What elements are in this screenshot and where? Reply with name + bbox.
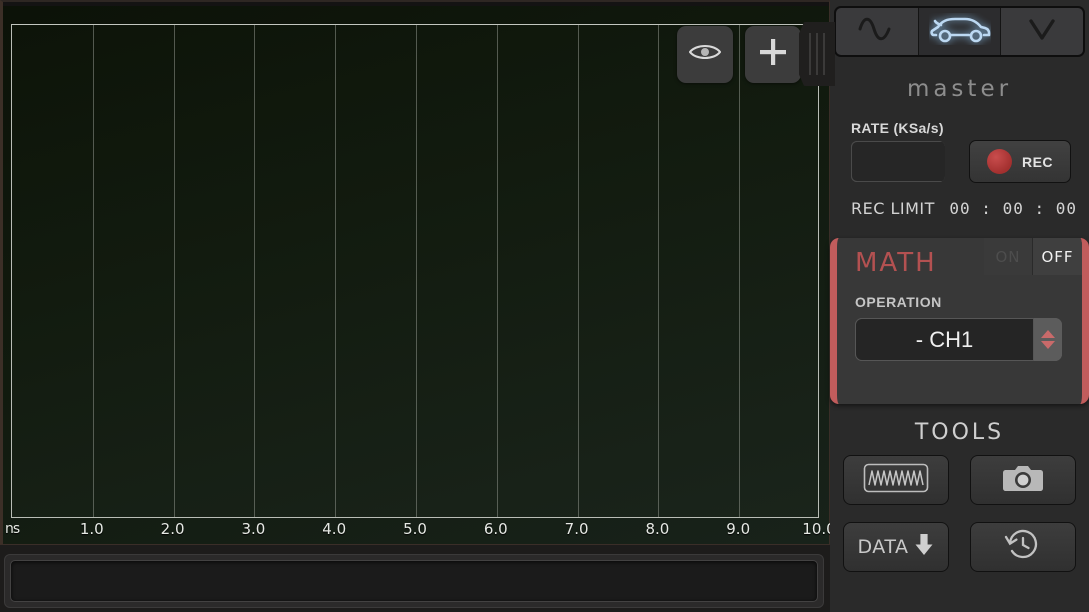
gridline-vertical [254,25,255,517]
gridline-vertical [93,25,94,517]
record-button[interactable]: REC [969,140,1071,183]
history-button[interactable] [970,522,1076,572]
download-arrow-icon [914,533,934,562]
record-button-label: REC [1022,154,1053,170]
rate-field [851,141,945,182]
screenshot-button[interactable] [970,455,1076,505]
gridline-vertical [497,25,498,517]
math-panel: MATH ON OFF OPERATION - CH1 [830,238,1089,404]
tab-automotive[interactable] [919,8,1002,55]
mode-tab-group [834,6,1085,57]
gridline-vertical [578,25,579,517]
rec-limit-value: 00 : 00 : 00 [949,199,1077,218]
tab-sine-wave[interactable] [836,8,919,55]
side-panel-handle[interactable] [799,22,835,86]
graph-frame: ns 1.02.03.04.05.06.07.08.09.010.0 [0,0,830,545]
x-axis-tick-label: 9.0 [726,520,750,538]
gridline-vertical [739,25,740,517]
record-dot-icon [987,149,1012,174]
math-off-button[interactable]: OFF [1033,238,1082,275]
grip-line [823,33,825,75]
x-axis-tick-label: 3.0 [241,520,265,538]
grip-line [816,33,818,75]
operation-field: - CH1 [855,318,1062,361]
stepper-down-icon[interactable] [1041,341,1055,349]
stepper-up-icon[interactable] [1041,330,1055,338]
tools-title: TOOLS [830,420,1089,445]
rec-limit-label: REC LIMIT [851,199,935,218]
timeline-navigator[interactable] [4,554,824,608]
x-axis-tick-label: 5.0 [403,520,427,538]
operation-stepper[interactable] [1034,318,1062,361]
operation-value[interactable]: - CH1 [855,318,1034,361]
control-panel: master RATE (KSa/s) REC REC LIMIT 00 : 0… [830,0,1089,612]
operation-label: OPERATION [855,294,942,310]
gridline-vertical [416,25,417,517]
car-icon [929,13,991,50]
math-onoff-toggle: ON OFF [984,238,1082,275]
tools-grid: DATA [843,455,1076,572]
math-panel-title: MATH [855,248,937,278]
oscilloscope-app: ns 1.02.03.04.05.06.07.08.09.010.0 [0,0,1089,612]
tab-chevron[interactable] [1001,8,1083,55]
eye-icon [689,42,721,67]
x-axis-tick-label: 4.0 [322,520,346,538]
sine-wave-icon [856,15,898,48]
rate-input[interactable] [851,141,945,182]
scope-area: ns 1.02.03.04.05.06.07.08.09.010.0 [0,0,830,612]
master-title: master [830,76,1089,102]
data-export-button[interactable]: DATA [843,522,949,572]
math-on-button[interactable]: ON [984,238,1033,275]
camera-icon [1002,462,1044,499]
x-axis-unit-label: ns [5,521,19,537]
x-axis-tick-label: 1.0 [80,520,104,538]
visibility-button[interactable] [677,26,733,83]
signal-generator-button[interactable] [843,455,949,505]
x-axis: ns 1.02.03.04.05.06.07.08.09.010.0 [11,520,819,546]
gridline-vertical [335,25,336,517]
grip-line [809,33,811,75]
waveform-icon [863,463,929,498]
gridline-vertical [658,25,659,517]
plus-icon [758,37,788,72]
add-channel-button[interactable] [745,26,801,83]
timeline-navigator-track[interactable] [10,560,818,602]
plot-background: ns 1.02.03.04.05.06.07.08.09.010.0 [3,6,829,544]
data-export-label: DATA [858,536,909,558]
graph-toolbar [677,26,801,83]
gridline-vertical [174,25,175,517]
chevron-down-icon [1024,15,1060,48]
x-axis-tick-label: 7.0 [565,520,589,538]
x-axis-tick-label: 8.0 [645,520,669,538]
rate-label: RATE (KSa/s) [851,120,944,136]
x-axis-tick-label: 6.0 [484,520,508,538]
history-clock-icon [1004,527,1042,568]
waveform-plot[interactable] [11,24,819,518]
x-axis-tick-label: 2.0 [161,520,185,538]
